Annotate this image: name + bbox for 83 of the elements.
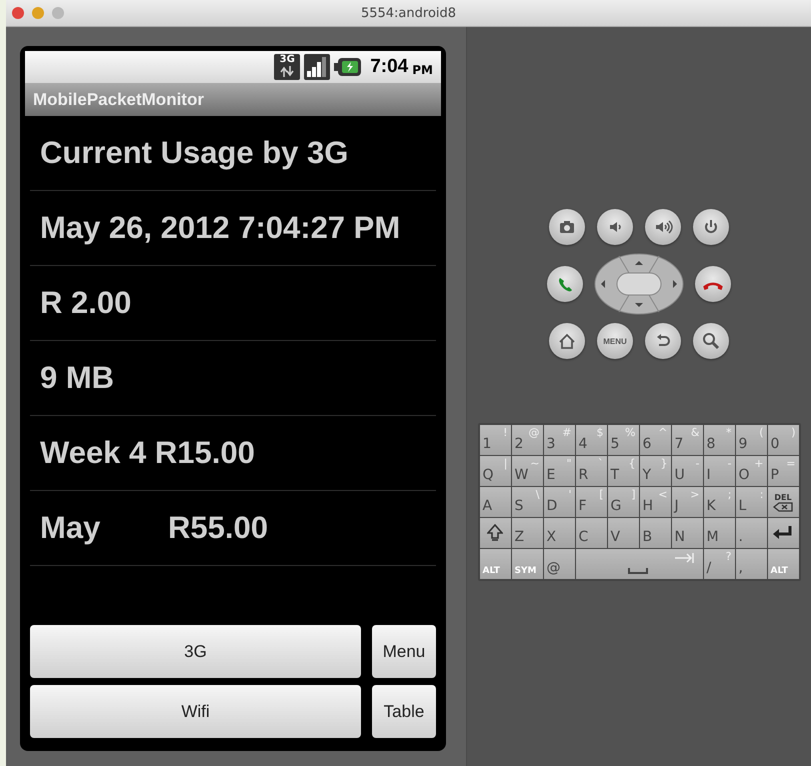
enter-icon [772, 526, 792, 540]
delete-key[interactable]: DEL [768, 487, 798, 517]
keyboard-key[interactable]: 4 $ [576, 425, 606, 455]
keyboard-key[interactable]: R ` [576, 456, 606, 486]
network-icon: 3G [274, 54, 300, 80]
keyboard-key[interactable]: L : [736, 487, 766, 517]
keyboard-key[interactable]: M [704, 518, 734, 548]
keyboard-key[interactable]: E " [544, 456, 574, 486]
keyboard-key[interactable]: @ [544, 549, 574, 579]
keyboard-key[interactable]: 2 @ [512, 425, 542, 455]
keyboard-key[interactable]: D ' [544, 487, 574, 517]
menu-button[interactable]: MENU [597, 323, 633, 359]
app-button[interactable]: Table [372, 685, 436, 738]
keyboard-key[interactable]: 7 & [672, 425, 702, 455]
call-button[interactable] [547, 266, 583, 302]
usage-text: R 2.00 [40, 285, 132, 321]
keyboard-key[interactable]: ALT [480, 549, 510, 579]
keyboard-key[interactable]: Q | [480, 456, 510, 486]
keyboard-key[interactable]: F [ [576, 487, 606, 517]
shift-key[interactable] [480, 518, 510, 548]
camera-button[interactable] [549, 209, 585, 245]
keyboard-key[interactable]: , [736, 549, 766, 579]
keyboard-key[interactable]: N [672, 518, 702, 548]
back-button[interactable] [645, 323, 681, 359]
keyboard-key[interactable]: I - [704, 456, 734, 486]
search-icon [701, 331, 721, 351]
power-button[interactable] [693, 209, 729, 245]
keyboard-key[interactable]: V [608, 518, 638, 548]
app-button[interactable]: 3G [30, 625, 361, 678]
home-button[interactable] [549, 323, 585, 359]
usage-text: Current Usage by 3G [40, 135, 348, 171]
keyboard-key[interactable]: ALT [768, 549, 798, 579]
dpad-drawing[interactable] [594, 253, 684, 315]
keyboard-key[interactable]: X [544, 518, 574, 548]
keyboard-key[interactable]: K ; [704, 487, 734, 517]
clock-ampm: PM [412, 62, 433, 76]
home-icon [557, 331, 577, 351]
close-button[interactable] [12, 7, 24, 19]
keyboard-key[interactable]: A [480, 487, 510, 517]
app-button[interactable]: Menu [372, 625, 436, 678]
keyboard-key[interactable]: O + [736, 456, 766, 486]
keyboard-key[interactable]: SYM [512, 549, 542, 579]
keyboard-key[interactable]: 3 # [544, 425, 574, 455]
keyboard-key[interactable]: Z [512, 518, 542, 548]
keyboard-key[interactable]: G ] [608, 487, 638, 517]
app-button[interactable]: Wifi [30, 685, 361, 738]
keyboard-key[interactable]: J > [672, 487, 702, 517]
keyboard-key[interactable]: / ? [704, 549, 734, 579]
battery-icon [334, 57, 362, 77]
tab-icon [674, 553, 694, 563]
keyboard-key[interactable]: S \ [512, 487, 542, 517]
keyboard-key[interactable]: 6 ^ [640, 425, 670, 455]
volume-down-button[interactable] [597, 209, 633, 245]
keyboard-key[interactable]: P = [768, 456, 798, 486]
keyboard-key[interactable]: . [736, 518, 766, 548]
search-button[interactable] [693, 323, 729, 359]
space-icon [628, 568, 648, 574]
signal-icon [304, 54, 330, 80]
enter-key[interactable] [768, 518, 798, 548]
usage-text: May 26, 2012 7:04:27 PM [40, 210, 400, 246]
usage-text: May [40, 510, 102, 546]
keyboard-key[interactable]: W ~ [512, 456, 542, 486]
backspace-icon [773, 502, 793, 512]
keyboard-key[interactable]: 5 % [608, 425, 638, 455]
shift-icon [486, 524, 502, 542]
end-call-button[interactable] [695, 266, 731, 302]
usage-text: R55.00 [168, 510, 268, 546]
usage-text: Week 4 R15.00 [40, 435, 255, 471]
keyboard-key[interactable]: U - [672, 456, 702, 486]
usage-text: 9 MB [40, 360, 114, 396]
keyboard-key[interactable]: C [576, 518, 606, 548]
clock-time: 7:04 [370, 56, 408, 78]
keyboard-key[interactable]: 0 ) [768, 425, 798, 455]
keyboard-key[interactable]: T { [608, 456, 638, 486]
keyboard-key[interactable]: 1 ! [480, 425, 510, 455]
keyboard-key[interactable]: B [640, 518, 670, 548]
keyboard-key[interactable]: 9 ( [736, 425, 766, 455]
keyboard-key[interactable]: H < [640, 487, 670, 517]
window-title: 5554:android8 [360, 6, 456, 20]
volume-up-button[interactable] [645, 209, 681, 245]
keyboard-key[interactable]: 8 * [704, 425, 734, 455]
app-title: MobilePacketMonitor [25, 83, 441, 116]
keyboard-key[interactable]: Y } [640, 456, 670, 486]
